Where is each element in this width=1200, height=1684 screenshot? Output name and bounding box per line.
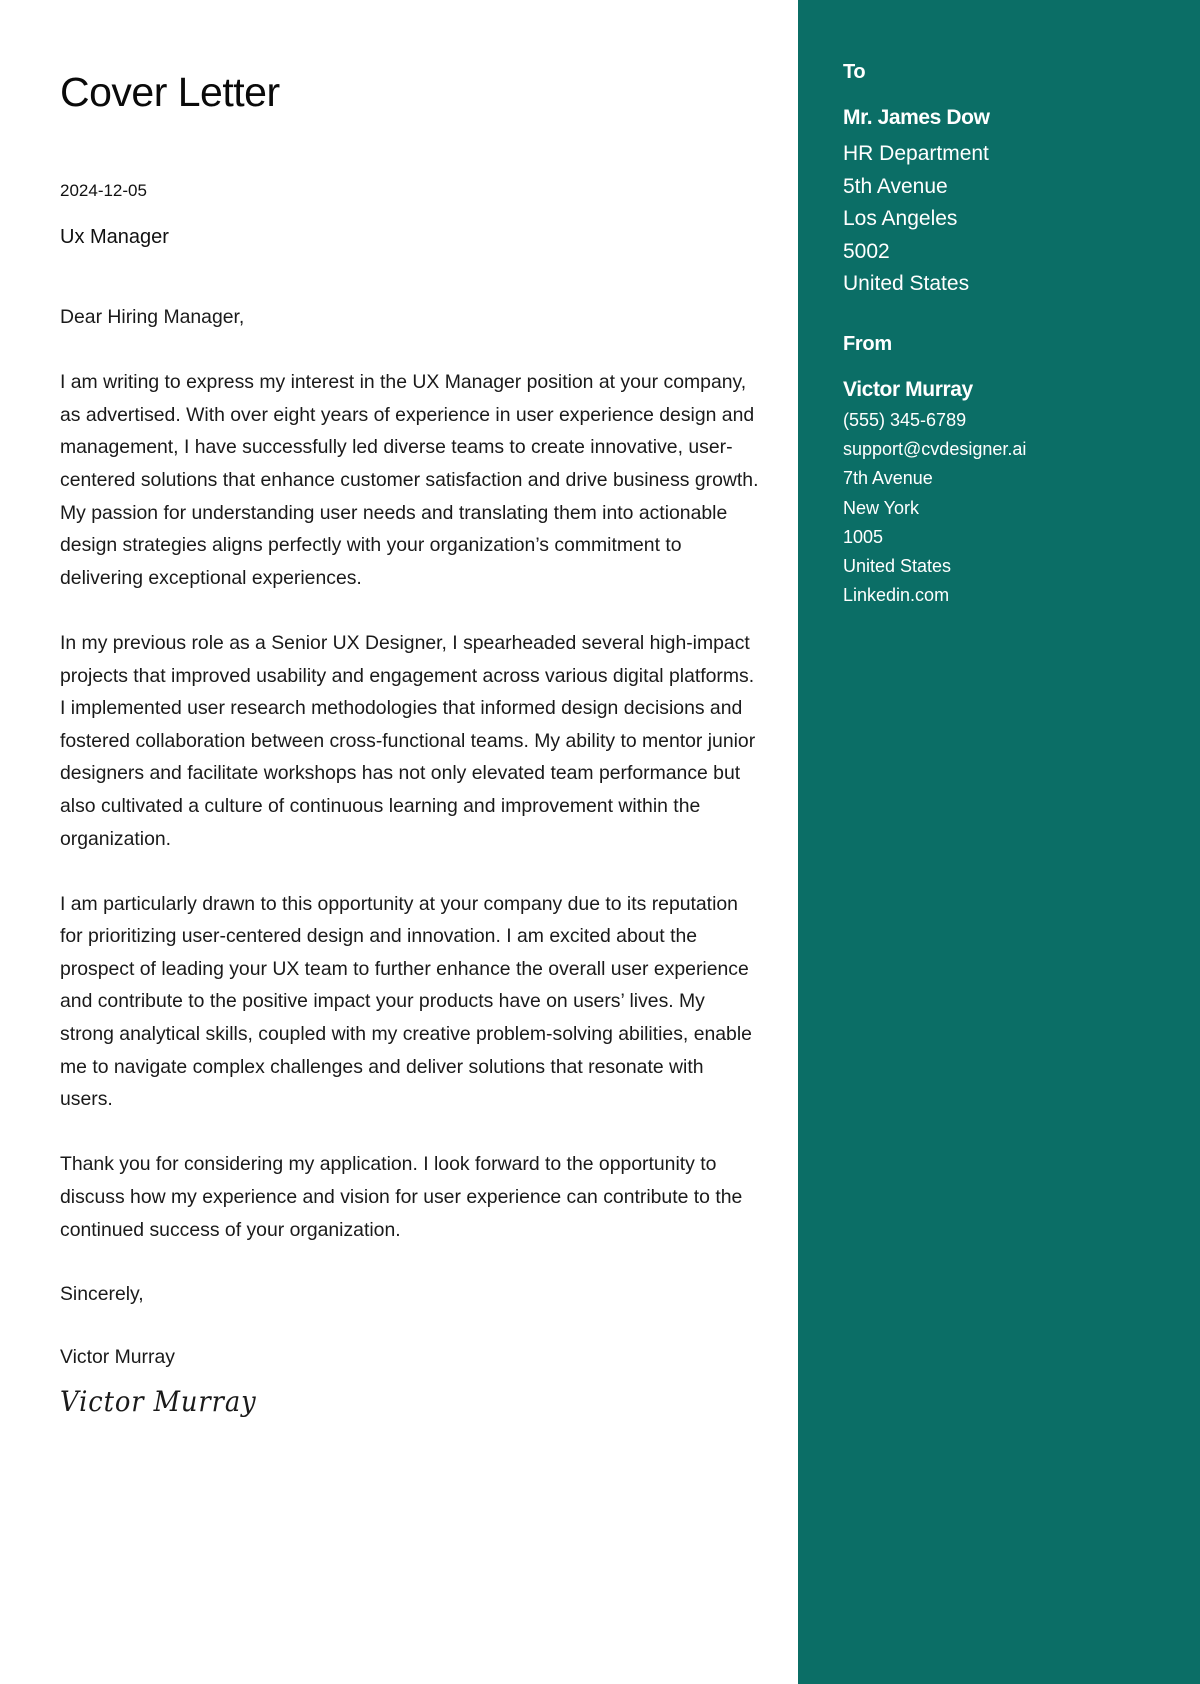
salutation: Dear Hiring Manager, bbox=[60, 306, 245, 328]
paragraph-1: I am writing to express my interest in t… bbox=[60, 371, 759, 589]
recipient-city: Los Angeles bbox=[843, 207, 958, 230]
contact-sidebar: To Mr. James Dow HR Department 5th Avenu… bbox=[798, 0, 1200, 1684]
paragraph-4: Thank you for considering my application… bbox=[60, 1153, 743, 1241]
sender-street: 7th Avenue bbox=[843, 468, 933, 489]
recipient-address: HR Department 5th Avenue Los Angeles 500… bbox=[843, 138, 989, 301]
paragraph-2: In my previous role as a Senior UX Desig… bbox=[60, 631, 756, 850]
letter-main-column: Cover Letter 2024-12-05 Ux Manager Dear … bbox=[0, 0, 798, 1684]
signature: Victor Murray bbox=[60, 1385, 257, 1418]
paragraph-3: I am particularly drawn to this opportun… bbox=[60, 892, 752, 1111]
sender-city: New York bbox=[843, 497, 920, 518]
page-title: Cover Letter bbox=[60, 69, 280, 115]
recipient-name: Mr. James Dow bbox=[843, 106, 990, 129]
sender-country: United States bbox=[843, 556, 952, 577]
sender-website-link[interactable]: Linkedin.com bbox=[843, 581, 1026, 610]
recipient-department: HR Department bbox=[843, 142, 989, 165]
sender-name-sidebar: Victor Murray bbox=[843, 378, 973, 401]
letter-date: 2024-12-05 bbox=[60, 181, 147, 200]
sender-name: Victor Murray bbox=[60, 1346, 175, 1369]
closing: Sincerely, bbox=[60, 1282, 144, 1305]
sender-email[interactable]: support@cvdesigner.ai bbox=[843, 435, 1026, 464]
from-label: From bbox=[843, 333, 892, 355]
to-label: To bbox=[843, 61, 866, 83]
job-title: Ux Manager bbox=[60, 226, 169, 248]
recipient-street: 5th Avenue bbox=[843, 174, 948, 198]
recipient-postal-code: 5002 bbox=[843, 239, 890, 263]
sender-postal-code: 1005 bbox=[843, 526, 884, 547]
letter-body: Dear Hiring Manager, I am writing to exp… bbox=[60, 301, 760, 1406]
sender-contact: (555) 345-6789 support@cvdesigner.ai 7th… bbox=[843, 406, 1026, 610]
sender-phone: (555) 345-6789 bbox=[843, 410, 967, 430]
recipient-country: United States bbox=[843, 272, 970, 295]
